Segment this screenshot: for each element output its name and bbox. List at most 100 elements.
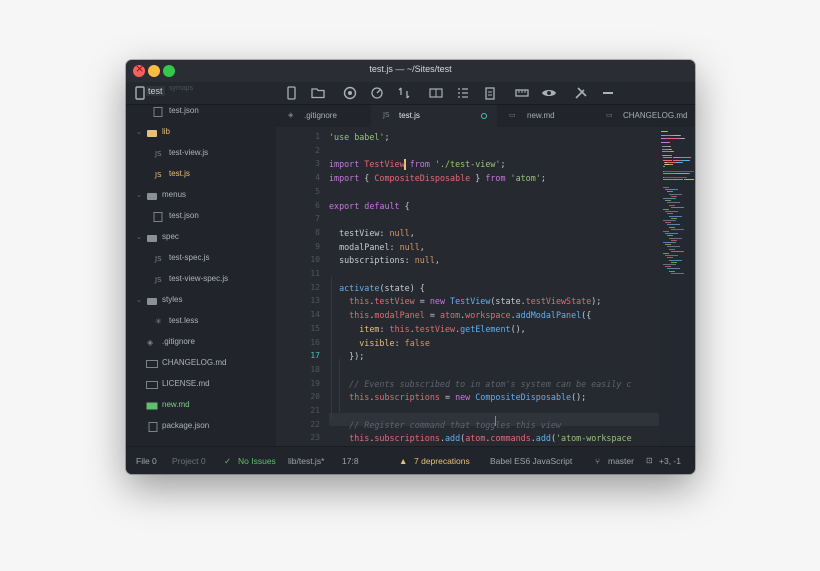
tree-folder-menus[interactable]: ⌄ menus — [126, 186, 276, 207]
tree-item[interactable]: CHANGELOG.md — [126, 354, 276, 375]
status-project-count[interactable]: Project 0 — [172, 456, 206, 466]
tree-item[interactable]: package.json — [126, 417, 276, 438]
clipboard-icon[interactable] — [482, 85, 498, 101]
tree-item[interactable]: LICENSE.md — [126, 375, 276, 396]
tree-item[interactable]: test.json — [126, 207, 276, 228]
code-token: : — [394, 337, 405, 348]
status-file-count[interactable]: File 0 — [136, 456, 157, 466]
status-grammar[interactable]: Babel ES6 JavaScript — [490, 456, 572, 466]
status-linter[interactable]: No Issues — [238, 456, 276, 466]
code-token: null — [414, 255, 435, 266]
minimap-stroke — [669, 270, 675, 272]
line-number: 15 — [310, 323, 320, 333]
code-token: this — [389, 323, 410, 334]
minimap-stroke — [665, 211, 678, 213]
minimap-stroke — [667, 213, 673, 215]
code-token: new — [429, 296, 451, 307]
tree-item-active[interactable]: JS test.js — [126, 165, 276, 186]
tab-test-js[interactable]: JS test.js — [371, 105, 497, 127]
code-token: add — [535, 433, 551, 444]
code-token: visible — [359, 337, 395, 348]
status-git-diff[interactable]: +3, -1 — [659, 456, 681, 466]
tree-item[interactable]: JS test-view-spec.js — [126, 270, 276, 291]
folder-icon[interactable] — [310, 85, 326, 101]
diff-icon: ⊡ — [646, 456, 653, 465]
code-token: }); — [329, 351, 365, 362]
code-token: subscriptions — [374, 392, 440, 403]
minimap-stroke — [671, 239, 677, 241]
code-token: 'atom' — [510, 173, 541, 184]
tab-changelog[interactable]: ▭ CHANGELOG.md — [594, 105, 695, 127]
minimap-stroke — [663, 166, 665, 168]
tree-folder-lib[interactable]: ⌄ lib — [126, 123, 276, 144]
github-icon[interactable] — [342, 85, 358, 101]
minimap-stroke — [666, 157, 671, 159]
code-token: ; — [384, 132, 390, 142]
code-token: (state. — [490, 296, 526, 307]
minimap-stroke — [672, 135, 680, 137]
status-git-branch[interactable]: master — [608, 456, 634, 466]
minimap-stroke — [669, 142, 670, 143]
minimap-stroke — [667, 235, 673, 237]
dash-icon[interactable] — [600, 85, 616, 101]
project-name[interactable]: test — [146, 86, 165, 96]
line-number: 19 — [310, 378, 320, 388]
line-number-gutter: 1 2 3 4 5 6 7 8 9 10 11 12 13 14 15 16 17 18 19 20 21 22 23 — [276, 127, 324, 446]
tree-folder-styles[interactable]: ⌄ styles — [126, 291, 276, 312]
check-icon: ✓ — [224, 456, 232, 466]
line-number: 9 — [315, 241, 320, 251]
code-token: import — [329, 159, 365, 170]
tree-item[interactable]: JS test-spec.js — [126, 249, 276, 270]
list-icon[interactable] — [455, 85, 471, 101]
eye-icon[interactable] — [541, 85, 557, 101]
code-token: 'atom-workspace — [555, 433, 632, 444]
code-token: export default — [329, 200, 405, 211]
code-token: { — [364, 173, 375, 184]
minimap-stroke — [672, 150, 674, 152]
minimap-stroke — [667, 202, 680, 204]
tab-new-md[interactable]: ▭ new.md — [497, 105, 594, 127]
minimap[interactable] — [659, 127, 695, 446]
chevron-down-icon: ⌄ — [136, 233, 142, 241]
device-mobile-icon[interactable] — [283, 85, 299, 101]
status-deprecations[interactable]: 7 deprecations — [414, 456, 470, 466]
js-file-icon: JS — [155, 171, 162, 179]
minimap-stroke — [689, 159, 691, 161]
code-token: from — [485, 173, 511, 184]
tree-item[interactable]: JS test-view.js — [126, 144, 276, 165]
minimap-stroke — [671, 228, 684, 230]
ruler-icon[interactable] — [514, 85, 530, 101]
minimap-stroke — [669, 164, 673, 165]
code-token: null — [389, 227, 410, 238]
minimap-stroke — [666, 159, 672, 161]
js-file-icon: JS — [155, 255, 162, 263]
status-file-path[interactable]: lib/test.js* — [288, 456, 324, 466]
code-token: = — [424, 310, 440, 321]
line-number: 5 — [315, 186, 320, 196]
code-token: this — [349, 433, 370, 444]
tree-item-added[interactable]: new.md — [126, 396, 276, 417]
status-cursor-position[interactable]: 17:8 — [342, 456, 359, 466]
code-token: from — [409, 159, 435, 170]
dashboard-icon[interactable] — [369, 85, 385, 101]
minimap-stroke — [677, 172, 688, 174]
tree-item[interactable]: ◈ .gitignore — [126, 333, 276, 354]
tools-icon[interactable] — [573, 85, 589, 101]
git-compare-icon[interactable] — [396, 85, 412, 101]
minimap-stroke — [663, 220, 676, 221]
gitignore-icon: ◈ — [147, 338, 154, 347]
tree-folder-spec[interactable]: ⌄ spec — [126, 228, 276, 249]
code-area[interactable]: 'use babel'; import TestView from './test… — [329, 127, 659, 446]
line-number: 3 — [315, 159, 320, 169]
tree-item[interactable]: ✳ test.less — [126, 312, 276, 333]
tab-gitignore[interactable]: ◈ .gitignore — [276, 105, 371, 127]
code-token: ; — [540, 173, 546, 184]
book-icon[interactable] — [428, 85, 444, 101]
markdown-icon: ▭ — [509, 111, 516, 119]
js-file-icon: JS — [155, 276, 162, 284]
tree-item[interactable]: test.json — [126, 105, 276, 123]
